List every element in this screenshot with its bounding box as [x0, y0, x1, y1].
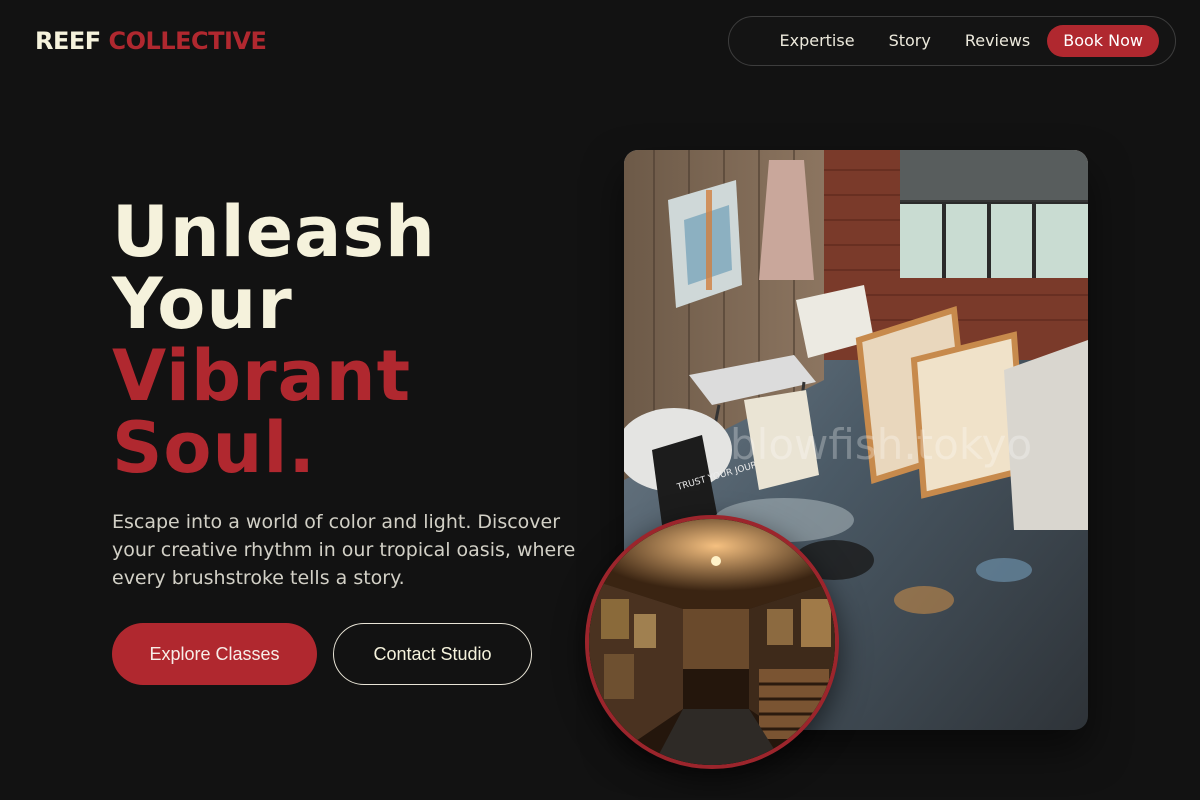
headline-line-1: Unleash [112, 191, 436, 273]
contact-studio-button[interactable]: Contact Studio [333, 623, 532, 685]
gallery-circle-photo [585, 515, 839, 769]
hero-headline: Unleash Your Vibrant Soul. [112, 196, 436, 484]
nav-link-story[interactable]: Story [889, 31, 931, 51]
page: REEF COLLECTIVE Expertise Story Reviews … [0, 0, 1200, 800]
brand-logo[interactable]: REEF COLLECTIVE [35, 26, 267, 56]
brand-name-part1: REEF [35, 27, 101, 55]
explore-classes-button[interactable]: Explore Classes [112, 623, 317, 685]
headline-line-3: Vibrant [112, 335, 412, 417]
main-nav: Expertise Story Reviews Book Now [728, 16, 1176, 66]
book-now-button[interactable]: Book Now [1047, 25, 1159, 57]
headline-line-4: Soul. [112, 407, 316, 489]
headline-line-2: Your [112, 263, 293, 345]
nav-link-expertise[interactable]: Expertise [780, 31, 855, 51]
brand-name-part2: COLLECTIVE [108, 27, 267, 55]
hero-description: Escape into a world of color and light. … [112, 511, 576, 589]
nav-link-reviews[interactable]: Reviews [965, 31, 1030, 51]
